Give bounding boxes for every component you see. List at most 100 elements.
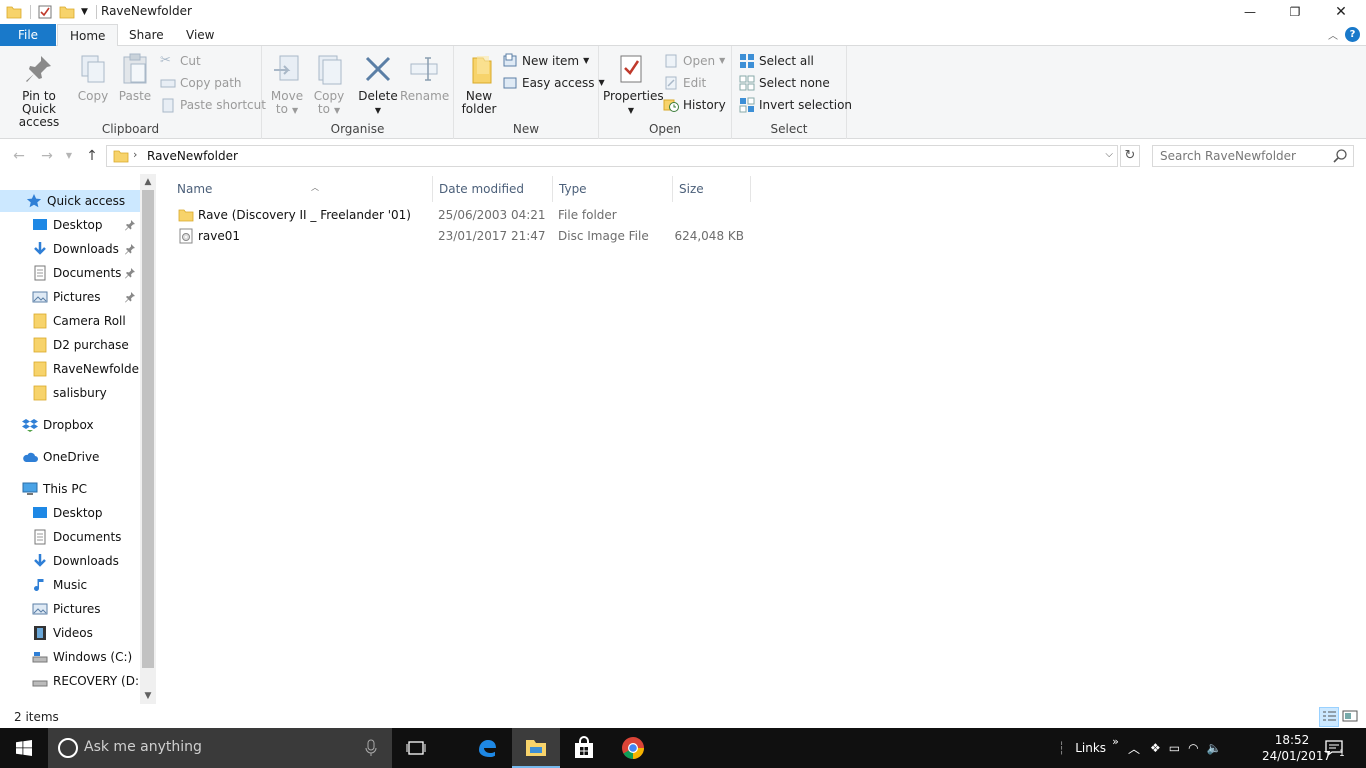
links-toolbar[interactable]: Links — [1075, 741, 1106, 755]
new-folder-button[interactable]: New folder — [460, 52, 498, 116]
open-button[interactable]: Open ▼ — [663, 51, 725, 71]
pin-to-quick-access-button[interactable]: Pin to Quick access — [4, 52, 74, 129]
select-all-button[interactable]: Select all — [739, 51, 814, 71]
properties-check-icon[interactable] — [37, 4, 53, 20]
search-icon[interactable] — [1332, 148, 1348, 164]
edit-button[interactable]: Edit — [663, 73, 706, 93]
battery-icon[interactable]: ▭ — [1169, 741, 1180, 755]
pin-icon[interactable] — [124, 267, 136, 279]
new-item-button[interactable]: New item ▼ — [502, 51, 589, 71]
scroll-up-arrow-icon[interactable]: ▲ — [140, 174, 156, 190]
nav-dropbox[interactable]: Dropbox — [0, 414, 140, 436]
nav-pc-music[interactable]: Music — [0, 574, 140, 596]
select-none-button[interactable]: Select none — [739, 73, 830, 93]
nav-pane-scrollbar[interactable]: ▲ ▼ — [140, 174, 156, 704]
column-header-type[interactable]: Type — [553, 176, 673, 202]
nav-qa-pictures[interactable]: Pictures — [0, 286, 140, 308]
nav-qa-salisbury[interactable]: salisbury — [0, 382, 140, 404]
customize-toolbar-chevron-icon[interactable]: ▼ — [81, 7, 88, 17]
help-icon[interactable]: ? — [1345, 27, 1360, 42]
nav-this-pc[interactable]: This PC — [0, 478, 140, 500]
task-view-button[interactable] — [392, 728, 440, 768]
address-dropdown-chevron-icon[interactable]: ⌵ — [1105, 149, 1113, 160]
nav-pc-downloads[interactable]: Downloads — [0, 550, 140, 572]
tab-share[interactable]: Share — [117, 24, 176, 46]
nav-pc-documents[interactable]: Documents — [0, 526, 140, 548]
collapse-ribbon-chevron-icon[interactable]: ︿ — [1328, 27, 1338, 42]
breadcrumb-chevron-icon[interactable]: › — [133, 148, 137, 161]
copy-to-button[interactable]: Copy to ▼ — [310, 52, 348, 117]
new-folder-icon[interactable] — [59, 4, 75, 20]
maximize-button[interactable]: ❐ — [1272, 0, 1318, 24]
dropbox-tray-icon[interactable]: ❖ — [1150, 741, 1161, 755]
table-row[interactable]: Rave (Discovery II _ Freelander '01) 25/… — [176, 205, 756, 226]
table-row[interactable]: rave01 23/01/2017 21:47 Disc Image File … — [176, 226, 756, 247]
back-arrow-icon[interactable]: ← — [9, 147, 29, 165]
nav-qa-downloads[interactable]: Downloads — [0, 238, 140, 260]
nav-qa-ravenewfolder[interactable]: RaveNewfolder — [0, 358, 144, 380]
pin-icon[interactable] — [124, 291, 136, 303]
nav-pc-videos[interactable]: Videos — [0, 622, 140, 644]
column-header-date[interactable]: Date modified — [433, 176, 553, 202]
close-button[interactable]: ✕ — [1318, 0, 1364, 24]
move-to-button[interactable]: Move to ▼ — [268, 52, 306, 117]
nav-pc-recovery-d[interactable]: RECOVERY (D:) — [0, 670, 144, 692]
column-type-label: Type — [559, 182, 587, 196]
action-center-button[interactable]: 1 — [1324, 728, 1345, 768]
delete-button[interactable]: Delete ▼ — [358, 52, 398, 117]
column-header-name[interactable]: Name ︿ — [171, 176, 433, 202]
search-input[interactable] — [1153, 146, 1329, 166]
microphone-icon[interactable] — [364, 739, 378, 757]
edge-icon — [479, 740, 496, 757]
search-box[interactable] — [1152, 145, 1354, 167]
breadcrumb-current[interactable]: RaveNewfolder — [147, 149, 238, 163]
nav-pc-desktop[interactable]: Desktop — [0, 502, 140, 524]
invert-selection-button[interactable]: Invert selection — [739, 95, 852, 115]
start-button[interactable] — [0, 728, 48, 768]
taskbar-file-explorer-button[interactable] — [512, 728, 560, 768]
nav-pc-windows-c[interactable]: Windows (C:) — [0, 646, 140, 668]
rename-button[interactable]: Rename — [400, 52, 450, 103]
nav-quick-access[interactable]: Quick access — [0, 190, 140, 212]
taskbar-chrome-button[interactable] — [609, 728, 657, 768]
up-arrow-icon[interactable]: ↑ — [82, 147, 102, 165]
pin-icon[interactable] — [124, 219, 136, 231]
rename-label: Rename — [400, 89, 450, 103]
forward-arrow-icon[interactable]: → — [37, 147, 57, 165]
tab-view[interactable]: View — [174, 24, 226, 46]
copy-button[interactable]: Copy — [76, 52, 110, 103]
recent-locations-chevron-icon[interactable]: ▼ — [62, 147, 76, 165]
links-expand-chevron-icon[interactable]: » — [1112, 735, 1119, 748]
nav-onedrive[interactable]: OneDrive — [0, 446, 140, 468]
pin-icon[interactable] — [124, 243, 136, 255]
nav-qa-desktop[interactable]: Desktop — [0, 214, 140, 236]
refresh-button[interactable]: ↻ — [1120, 145, 1140, 167]
paste-button[interactable]: Paste — [116, 52, 154, 103]
column-header-size[interactable]: Size — [673, 176, 751, 202]
copy-path-button[interactable]: Copy path — [160, 73, 242, 93]
cut-button[interactable]: ✂ Cut — [160, 51, 201, 71]
scroll-down-arrow-icon[interactable]: ▼ — [140, 688, 156, 704]
address-bar[interactable]: › RaveNewfolder ⌵ — [106, 145, 1118, 167]
easy-access-button[interactable]: Easy access ▼ — [502, 73, 605, 93]
details-view-button[interactable] — [1319, 707, 1339, 727]
taskbar-store-button[interactable] — [560, 728, 608, 768]
minimize-button[interactable]: — — [1227, 0, 1273, 24]
nav-qa-camera-roll[interactable]: Camera Roll — [0, 310, 140, 332]
wifi-icon[interactable]: ◠ — [1188, 741, 1198, 755]
tab-home[interactable]: Home — [57, 24, 119, 47]
show-hidden-icons-chevron-icon[interactable]: ︿ — [1128, 740, 1140, 757]
nav-qa-documents[interactable]: Documents — [0, 262, 140, 284]
nav-pc-pictures[interactable]: Pictures — [0, 598, 140, 620]
nav-qa-d2-purchase[interactable]: D2 purchase — [0, 334, 140, 356]
properties-button[interactable]: Properties ▼ — [603, 52, 664, 117]
paste-shortcut-button[interactable]: Paste shortcut — [160, 95, 266, 115]
volume-icon[interactable]: 🔈 — [1207, 741, 1222, 755]
large-icons-view-button[interactable] — [1341, 707, 1361, 727]
scrollbar-thumb[interactable] — [142, 190, 154, 668]
taskbar-edge-button[interactable] — [463, 728, 511, 768]
cortana-search-box[interactable]: Ask me anything — [48, 728, 392, 768]
history-button[interactable]: History — [663, 95, 726, 115]
tab-file[interactable]: File — [0, 24, 56, 46]
taskbar-clock[interactable]: 18:52 24/01/2017 — [1262, 732, 1331, 764]
